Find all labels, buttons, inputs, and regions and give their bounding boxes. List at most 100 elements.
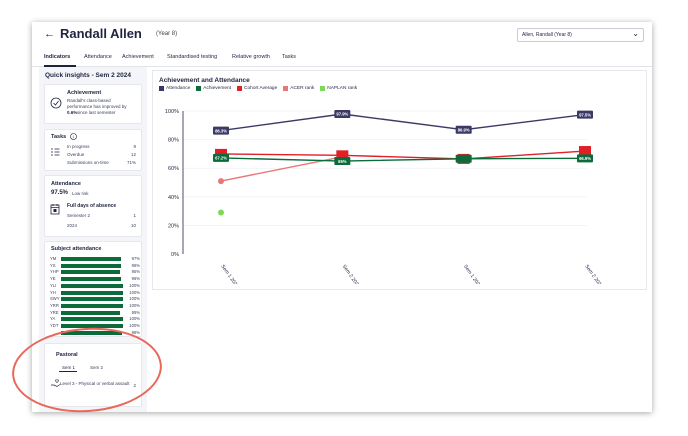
subject-code: YE: [50, 276, 56, 282]
subject-attendance-pct: 100%: [129, 316, 140, 322]
subject-attendance-bar: [61, 290, 123, 295]
legend-item[interactable]: Achievement: [196, 86, 231, 91]
subject-attendance-row: SWY 100%: [50, 296, 140, 302]
subject-attendance-pct: 97%: [131, 256, 140, 261]
absence-row-label: Semester 2: [67, 213, 91, 218]
quick-insights-title: Quick insights - Sem 2 2024: [45, 72, 131, 79]
tab-bar: Indicators Attendance Achievement Standa…: [32, 50, 652, 67]
subject-attendance-bar: [61, 317, 123, 322]
subject-code: YRR: [50, 302, 59, 308]
back-arrow-icon[interactable]: ←: [44, 28, 55, 40]
achievement-line3: since last semester: [77, 110, 116, 115]
subject-attendance-bar: [61, 283, 123, 288]
subject-attendance-row: YRE 95%: [50, 310, 140, 316]
subject-attendance-pct: 100%: [129, 323, 140, 328]
header: ← Randall Allen (Year 8) Allen, Randall …: [32, 22, 652, 48]
legend-item[interactable]: Cohort Average: [237, 86, 277, 91]
legend-swatch: [283, 86, 289, 91]
subject-attendance-bar: [61, 263, 121, 268]
achievement-line2: performance has improved by: [67, 104, 127, 109]
x-tick-label: Sem 2 2024: [583, 264, 604, 284]
subject-attendance-card[interactable]: Subject attendance YM 97% YS 96% YHP 95% YE 96%…: [44, 241, 142, 337]
legend-label: Attendance: [166, 86, 191, 91]
chevron-down-icon: ⌄: [632, 29, 639, 38]
absence-row-label: 2024: [67, 223, 78, 228]
x-tick-label: Sem 1 2024: [462, 264, 483, 284]
subject-attendance-row: YLI 100%: [50, 283, 140, 289]
svg-text:i: i: [73, 134, 74, 139]
subject-code: YA: [50, 316, 56, 322]
calendar-icon: [50, 204, 60, 215]
subject-attendance-pct: 100%: [129, 302, 140, 308]
legend-item[interactable]: Attendance: [159, 86, 190, 91]
data-point: [218, 178, 224, 185]
task-list-icon: [51, 148, 60, 156]
subject-code: SWY: [50, 296, 60, 302]
tasks-row-value: 12: [130, 152, 136, 157]
series-line: [220, 150, 586, 160]
legend-label: NAPLAN rank: [327, 86, 358, 91]
subject-attendance-pct: 95%: [131, 269, 140, 275]
attendance-risk: Low risk: [72, 191, 89, 196]
chart-title: Achievement and Attendance: [159, 77, 250, 84]
legend-swatch: [196, 86, 202, 91]
legend-label: ACER rank: [290, 86, 315, 91]
subject-attendance-bar: [61, 257, 122, 261]
legend-swatch: [237, 86, 243, 91]
subject-attendance-row: YRR 100%: [50, 303, 140, 309]
tasks-title: Tasks: [51, 134, 67, 140]
data-label: 97.5%: [579, 112, 591, 117]
subject-attendance-bar: [61, 310, 120, 315]
data-label: 66.9%: [579, 156, 591, 161]
tasks-row-label: In progress: [67, 144, 90, 149]
tab-relative-growth[interactable]: Relative growth: [232, 54, 270, 60]
data-label: 67.2%: [215, 156, 227, 161]
legend-item[interactable]: NAPLAN rank: [320, 86, 357, 91]
series-line: [220, 113, 586, 132]
student-name: Randall Allen: [60, 26, 142, 41]
subject-attendance-row: YH 100%: [50, 290, 140, 296]
subject-attendance-row: YA 100%: [50, 316, 140, 322]
subject-attendance-pct: 100%: [129, 289, 140, 295]
data-label: 97.9%: [336, 112, 348, 117]
tab-attendance[interactable]: Attendance: [84, 54, 112, 60]
subject-attendance-pct: 96%: [131, 262, 140, 268]
absence-row-value: 1: [133, 213, 136, 218]
tab-achievement[interactable]: Achievement: [122, 54, 154, 60]
student-select[interactable]: Allen, Randall (Year 8) ⌄: [517, 28, 644, 42]
absence-row-value: 10: [130, 223, 136, 228]
info-icon[interactable]: i: [70, 133, 77, 140]
subject-code: YRE: [50, 309, 59, 315]
y-tick-label: 40%: [168, 195, 179, 201]
data-label: 65%: [338, 159, 347, 164]
main-content: Achievement and Attendance Attendance Ach…: [150, 67, 647, 407]
subject-attendance-pct: 95%: [131, 309, 140, 315]
tab-standardised-testing[interactable]: Standardised testing: [167, 54, 217, 60]
tasks-card[interactable]: Tasks i In progress 9 Overdue 12 Submiss…: [44, 129, 142, 171]
legend-item[interactable]: ACER rank: [283, 86, 314, 91]
subject-attendance-bar: [61, 270, 120, 275]
legend-label: Achievement: [203, 86, 232, 91]
chart-legend: Attendance Achievement Cohort Average ACER …: [159, 86, 363, 93]
student-select-value: Allen, Randall (Year 8): [522, 32, 572, 38]
subject-attendance-pct: 100%: [129, 282, 140, 288]
attendance-card[interactable]: Attendance 97.5% Low risk Full days of a…: [44, 175, 142, 237]
achievement-card[interactable]: Achievement Randall's class-based perfor…: [44, 84, 142, 124]
subject-attendance-bar: [61, 297, 123, 302]
data-point: [218, 209, 224, 216]
subject-attendance-pct: 100%: [129, 296, 140, 302]
data-label: 86.9%: [458, 127, 470, 132]
achievement-highlight: 0.6%: [67, 110, 78, 115]
tab-indicators[interactable]: Indicators: [44, 54, 70, 60]
subject-code: YDT: [50, 323, 59, 328]
series-line: [220, 157, 586, 162]
x-tick-label: Sem 2 2023: [341, 264, 362, 284]
legend-swatch: [320, 86, 326, 91]
subject-code: YS: [50, 262, 56, 268]
tasks-row-label: Overdue: [67, 152, 85, 157]
tab-tasks[interactable]: Tasks: [282, 54, 296, 60]
subject-attendance-pct: 96%: [131, 276, 140, 282]
student-year: (Year 8): [156, 31, 178, 37]
y-tick-label: 20%: [168, 223, 179, 229]
tasks-row-value: 9: [133, 144, 136, 149]
